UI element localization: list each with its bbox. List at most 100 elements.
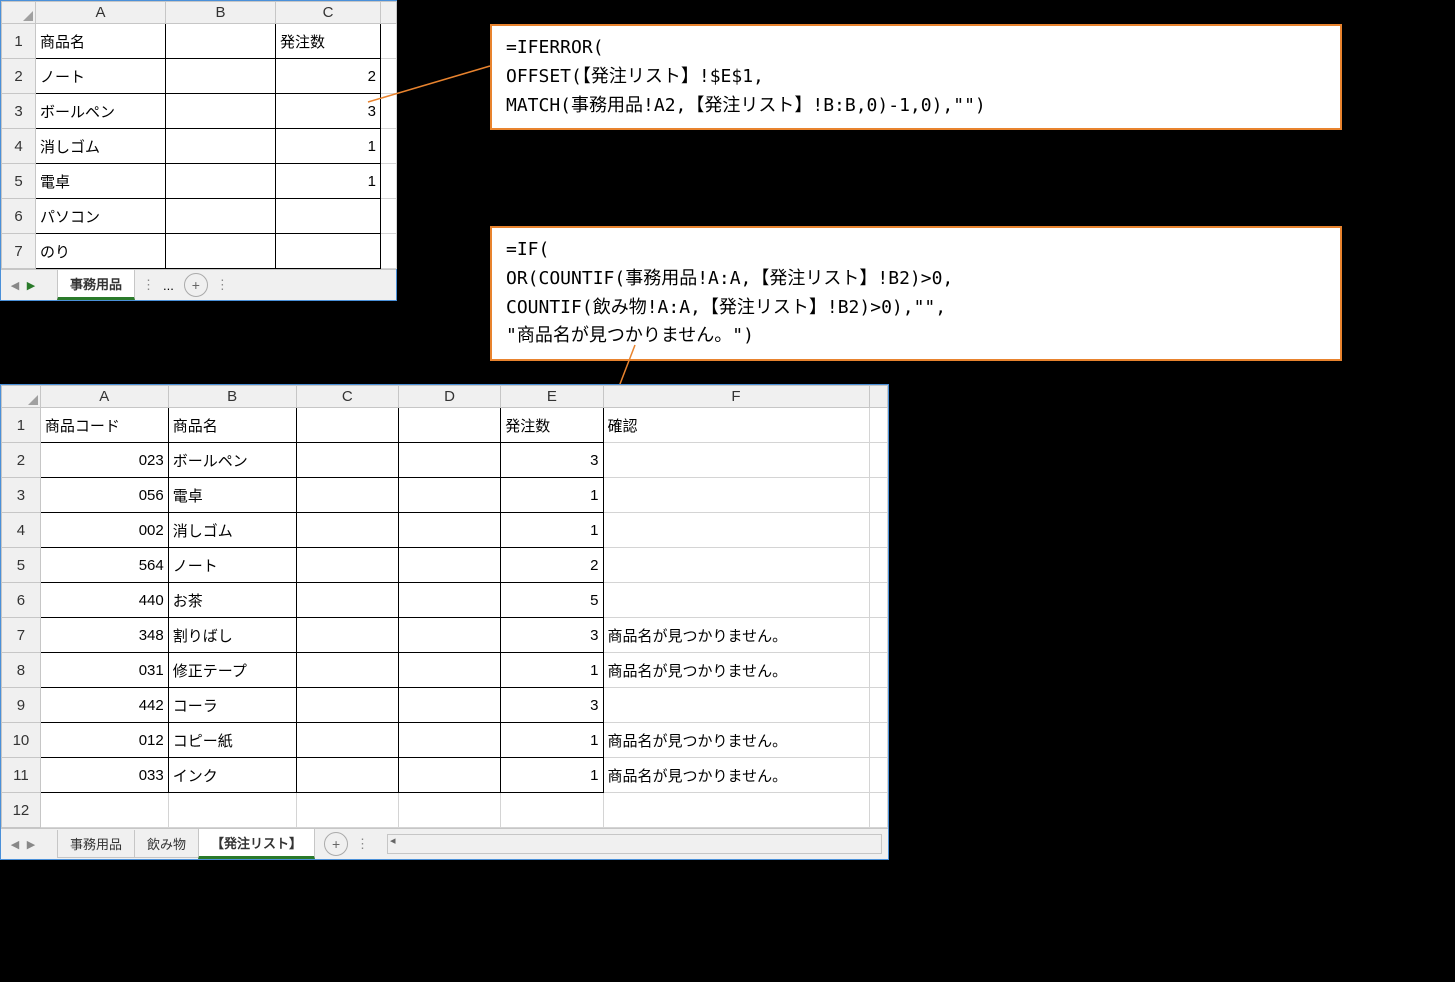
cell[interactable] [398, 618, 500, 653]
cell[interactable]: ボールペン [168, 443, 296, 478]
tab-nav-prev-icon[interactable]: ◀ [7, 838, 23, 851]
sheet-tab-active[interactable]: 事務用品 [57, 270, 135, 300]
cell[interactable] [603, 513, 869, 548]
cell[interactable] [296, 513, 398, 548]
cell[interactable] [381, 129, 397, 164]
cell[interactable]: 1 [501, 723, 603, 758]
cell[interactable] [296, 688, 398, 723]
cell[interactable] [381, 234, 397, 269]
cell[interactable]: 012 [40, 723, 168, 758]
cell[interactable] [296, 618, 398, 653]
cell[interactable]: 348 [40, 618, 168, 653]
cell[interactable] [603, 583, 869, 618]
cell[interactable] [166, 199, 276, 234]
col-header-C[interactable]: C [296, 386, 398, 408]
cell[interactable]: 056 [40, 478, 168, 513]
select-all-corner[interactable] [2, 386, 41, 408]
cell[interactable] [398, 443, 500, 478]
cell[interactable] [398, 478, 500, 513]
cell[interactable] [296, 653, 398, 688]
cell[interactable] [398, 583, 500, 618]
cell[interactable] [869, 583, 887, 618]
cell[interactable] [296, 583, 398, 618]
row-header[interactable]: 5 [2, 548, 41, 583]
cell[interactable] [869, 653, 887, 688]
cell[interactable]: 002 [40, 513, 168, 548]
col-header-D[interactable]: D [398, 386, 500, 408]
row-header[interactable]: 7 [2, 618, 41, 653]
cell[interactable] [603, 793, 869, 828]
cell[interactable] [603, 478, 869, 513]
cell[interactable]: 2 [501, 548, 603, 583]
col-header-A[interactable]: A [40, 386, 168, 408]
cell[interactable] [276, 234, 381, 269]
cell[interactable] [296, 548, 398, 583]
tab-nav-next-icon[interactable]: ▶ [23, 838, 39, 851]
cell[interactable] [869, 723, 887, 758]
cell[interactable] [869, 793, 887, 828]
cell[interactable]: ボールペン [36, 94, 166, 129]
cell[interactable]: 5 [501, 583, 603, 618]
cell[interactable] [398, 723, 500, 758]
cell[interactable] [869, 758, 887, 793]
cell[interactable] [501, 793, 603, 828]
cell[interactable]: 消しゴム [36, 129, 166, 164]
add-sheet-button[interactable]: + [324, 832, 348, 856]
cell[interactable]: 3 [501, 688, 603, 723]
cell[interactable] [166, 164, 276, 199]
cell[interactable] [869, 688, 887, 723]
row-header[interactable]: 8 [2, 653, 41, 688]
sheet-tab-active[interactable]: 【発注リスト】 [198, 829, 315, 859]
cell[interactable] [381, 24, 397, 59]
row-header[interactable]: 2 [2, 443, 41, 478]
cell[interactable] [869, 513, 887, 548]
sheet-tab-1[interactable]: 事務用品 [57, 830, 135, 858]
cell[interactable]: 商品名が見つかりません。 [603, 723, 869, 758]
cell[interactable] [296, 793, 398, 828]
cell-C2[interactable]: 2 [276, 59, 381, 94]
cell[interactable] [398, 408, 500, 443]
cell[interactable]: 564 [40, 548, 168, 583]
cell[interactable] [869, 478, 887, 513]
cell[interactable]: ノート [168, 548, 296, 583]
cell[interactable] [166, 234, 276, 269]
cell[interactable]: 商品名 [36, 24, 166, 59]
cell[interactable]: 3 [501, 618, 603, 653]
cell[interactable] [869, 443, 887, 478]
cell[interactable]: パソコン [36, 199, 166, 234]
row-header[interactable]: 1 [2, 408, 41, 443]
cell[interactable]: 消しゴム [168, 513, 296, 548]
row-header[interactable]: 11 [2, 758, 41, 793]
tab-nav-next-icon[interactable]: ▶ [23, 279, 39, 292]
cell[interactable] [166, 24, 276, 59]
cell[interactable] [869, 408, 887, 443]
cell[interactable]: 1 [276, 164, 381, 199]
cell[interactable]: 1 [501, 513, 603, 548]
cell[interactable] [296, 758, 398, 793]
row-header[interactable]: 4 [2, 129, 36, 164]
cell[interactable] [166, 129, 276, 164]
cell[interactable]: 確認 [603, 408, 869, 443]
cell[interactable] [869, 618, 887, 653]
cell[interactable] [603, 688, 869, 723]
cell[interactable]: コーラ [168, 688, 296, 723]
cell[interactable]: 031 [40, 653, 168, 688]
cell[interactable]: お茶 [168, 583, 296, 618]
cell[interactable] [398, 653, 500, 688]
row-header[interactable]: 5 [2, 164, 36, 199]
cell[interactable] [296, 443, 398, 478]
row-header[interactable]: 4 [2, 513, 41, 548]
cell[interactable]: コピー紙 [168, 723, 296, 758]
cell[interactable]: 442 [40, 688, 168, 723]
cell[interactable]: 発注数 [501, 408, 603, 443]
cell[interactable] [398, 548, 500, 583]
tab-nav-prev-icon[interactable]: ◀ [7, 279, 23, 292]
cell[interactable]: 商品名が見つかりません。 [603, 618, 869, 653]
cell[interactable] [166, 94, 276, 129]
cell[interactable] [296, 478, 398, 513]
cell[interactable]: インク [168, 758, 296, 793]
row-header[interactable]: 3 [2, 94, 36, 129]
cell[interactable]: 3 [276, 94, 381, 129]
cell[interactable]: 1 [276, 129, 381, 164]
cell[interactable] [276, 199, 381, 234]
